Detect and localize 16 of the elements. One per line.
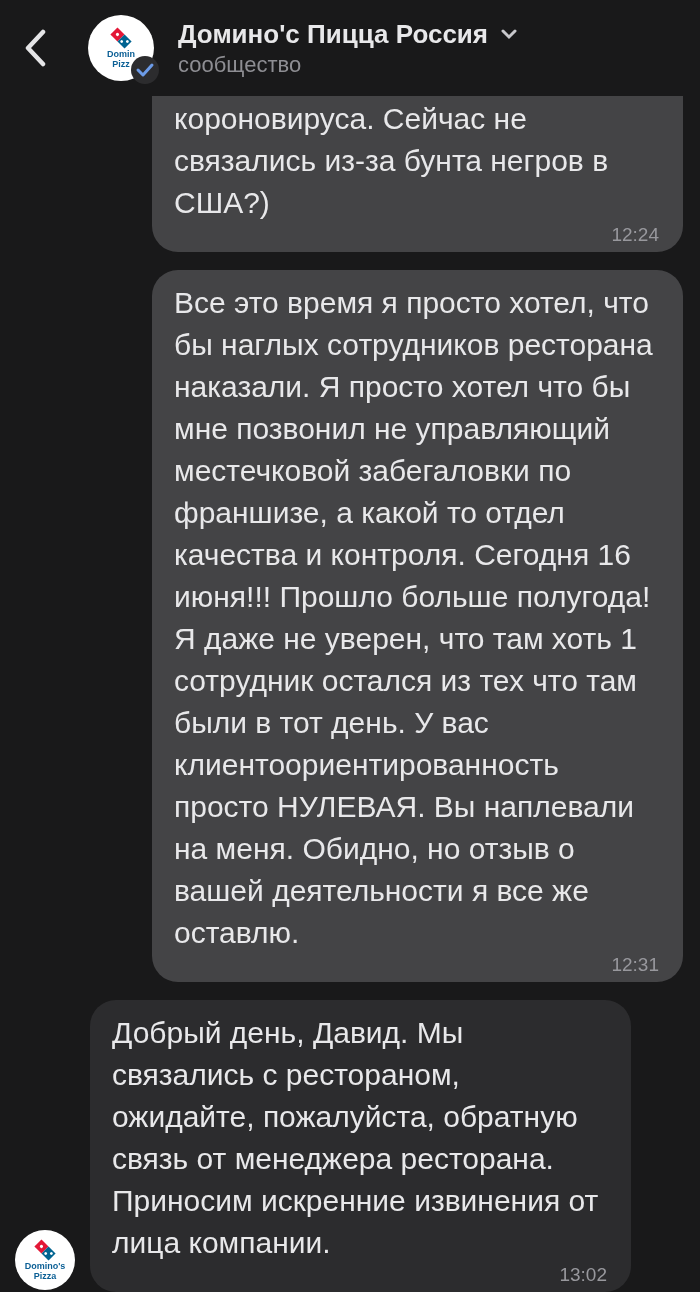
- logo-text: Pizz: [112, 59, 130, 69]
- logo-text: Domino's: [24, 1261, 66, 1271]
- message-text: короновируса. Сейчас не связались из-за бунта негров в США?): [174, 101, 610, 221]
- message-text: Все это время я просто хотел, что бы наглых сотрудников ресторана наказали. Я просто хотел что бы мне позвонил не управляющий местечковой забегаловки по франшизе, а какой то отдел качества и контроля. Сегодня 16 июня!!! Прошло больше полугода! Я даже не уверен, что там хоть 1 сотрудник остался из тех что там были в тот день. У вас клиентоориентированность просто НУЛЕВАЯ. Вы наплевали на меня. Обидно, но отзыв о вашей деятельности я все же оставлю.: [174, 285, 654, 951]
- message-text: Добрый день, Давид. Мы связались с рестораном, ожидайте, пожалуйста, обратную связь от менеджера ресторана. Приносим искренние извинения от лица компании.: [112, 1015, 600, 1261]
- back-icon: [24, 29, 46, 67]
- chevron-down-icon[interactable]: [500, 28, 518, 40]
- domino-icon: [110, 27, 132, 49]
- chat-subtitle: сообщество: [178, 51, 303, 79]
- logo-text: Domin: [107, 49, 135, 59]
- message-time: 12:31: [611, 954, 659, 976]
- message-time: 13:02: [559, 1264, 607, 1286]
- logo-text: Pizza: [33, 1271, 57, 1281]
- chat-title[interactable]: Домино'с Пицца Россия: [178, 17, 488, 51]
- domino-icon: [34, 1239, 56, 1261]
- message-time: 12:24: [611, 224, 659, 246]
